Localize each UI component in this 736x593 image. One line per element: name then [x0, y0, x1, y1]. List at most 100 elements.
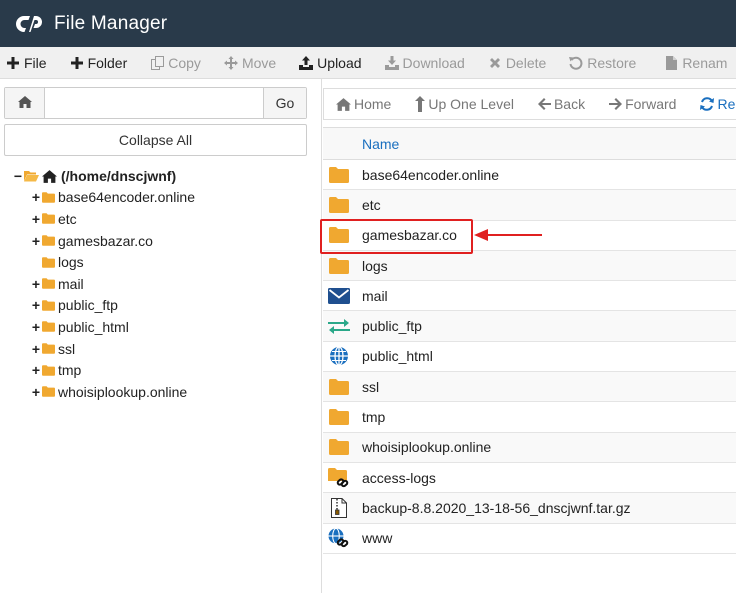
expand-toggle[interactable]: + [31, 189, 41, 205]
back-label: Back [553, 96, 586, 112]
home-icon [42, 169, 57, 183]
expand-toggle[interactable]: + [31, 319, 41, 335]
folder-icon [42, 321, 55, 333]
restore-button[interactable]: Restore [569, 47, 636, 78]
globe-link-icon [327, 528, 351, 548]
file-name: tmp [362, 409, 386, 426]
expand-toggle[interactable]: + [31, 341, 41, 357]
file-name: ssl [362, 378, 380, 395]
file-name: access-logs [362, 469, 436, 486]
table-row[interactable]: www [323, 524, 736, 554]
nav-home-label: Home [354, 96, 392, 112]
path-input[interactable] [45, 88, 263, 118]
upload-label: Upload [317, 54, 362, 71]
tree-item[interactable]: + etc [0, 208, 320, 230]
upload-button[interactable]: Upload [299, 47, 362, 78]
tree-item[interactable]: + gamesbazar.co [0, 230, 320, 252]
move-button[interactable]: Move [223, 47, 277, 78]
refresh-icon [700, 97, 715, 111]
tree-item[interactable]: + public_html [0, 316, 320, 338]
back-button[interactable]: Back [537, 96, 586, 112]
tree-item-label: base64encoder.online [58, 189, 196, 206]
tree-item[interactable]: + base64encoder.online [0, 187, 320, 209]
up-one-level-label: Up One Level [428, 96, 514, 112]
reload-button[interactable]: Re [700, 96, 735, 112]
file-name: logs [362, 257, 388, 274]
file-name: backup-8.8.2020_13-18-56_dnscjwnf.tar.gz [362, 499, 631, 516]
tree-item[interactable]: + mail [0, 273, 320, 295]
app-title: File Manager [54, 12, 168, 34]
nav-home-button[interactable]: Home [336, 96, 391, 112]
folder-icon [42, 343, 55, 354]
download-button[interactable]: Download [384, 47, 465, 78]
go-button[interactable]: Go [263, 88, 306, 118]
path-home-button[interactable] [5, 88, 45, 118]
expand-toggle[interactable]: + [31, 276, 41, 292]
new-file-button[interactable]: File [6, 47, 47, 78]
table-row[interactable]: tmp [323, 402, 736, 433]
restore-icon [569, 56, 583, 70]
folder-icon [42, 213, 55, 225]
home-icon [336, 97, 351, 111]
folder-icon [327, 256, 351, 276]
tree-item[interactable]: logs [0, 251, 320, 273]
tree-item-label: logs [58, 254, 84, 271]
table-row[interactable]: public_html [323, 342, 736, 373]
collapse-all-button[interactable]: Collapse All [4, 124, 307, 156]
tree-item[interactable]: + whoisiplookup.online [0, 381, 320, 403]
table-row[interactable]: logs [323, 250, 736, 282]
collapse-toggle[interactable]: − [13, 168, 23, 184]
plus-icon [70, 56, 84, 70]
path-bar: Go [4, 87, 307, 119]
delete-label: Delete [505, 54, 547, 71]
directory-tree: − (/home/dnscjwnf) + base64encoder.online… [0, 165, 320, 403]
home-icon [17, 95, 32, 111]
table-row[interactable]: backup-8.8.2020_13-18-56_dnscjwnf.tar.gz [323, 493, 736, 524]
folder-icon [327, 165, 351, 185]
expand-toggle[interactable]: + [31, 297, 41, 313]
delete-button[interactable]: Delete [488, 47, 547, 78]
tree-item[interactable]: + tmp [0, 359, 320, 381]
file-name: gamesbazar.co [362, 227, 457, 244]
new-folder-button[interactable]: Folder [70, 47, 127, 78]
file-icon [664, 55, 678, 70]
forward-button[interactable]: Forward [609, 96, 676, 112]
table-row[interactable]: access-logs [323, 463, 736, 494]
table-row[interactable]: etc [323, 190, 736, 221]
globe-icon [327, 346, 351, 367]
table-row[interactable]: mail [323, 281, 736, 312]
name-column-header[interactable]: Name [362, 136, 399, 152]
folder-icon [42, 278, 55, 289]
move-label: Move [241, 54, 277, 71]
main-toolbar: File Folder Copy Move Upload Download De… [0, 47, 736, 79]
expand-toggle[interactable]: + [31, 211, 41, 227]
folder-icon [42, 235, 55, 246]
file-name: public_ftp [362, 318, 422, 335]
navigation-bar: Home Up One Level Back Forward Re [323, 88, 736, 120]
forward-label: Forward [625, 96, 677, 112]
folder-icon [327, 225, 351, 245]
folder-icon [42, 300, 55, 311]
table-row[interactable]: ssl [323, 372, 736, 403]
table-row[interactable]: public_ftp [323, 311, 736, 342]
table-row[interactable]: base64encoder.online [323, 160, 736, 191]
copy-button[interactable]: Copy [150, 47, 201, 78]
folder-icon [42, 192, 55, 203]
tree-root-label: (/home/dnscjwnf) [61, 167, 177, 184]
expand-toggle[interactable]: + [31, 233, 41, 249]
arrow-left-icon [537, 98, 551, 110]
table-row[interactable]: whoisiplookup.online [323, 432, 736, 463]
tree-item[interactable]: + ssl [0, 338, 320, 360]
cpanel-logo-icon[interactable] [14, 12, 44, 36]
rename-label: Renam [682, 54, 728, 71]
expand-toggle[interactable]: + [31, 362, 41, 378]
file-name: whoisiplookup.online [362, 439, 492, 456]
tree-root[interactable]: − (/home/dnscjwnf) [0, 165, 320, 187]
up-one-level-button[interactable]: Up One Level [415, 96, 514, 112]
rename-button[interactable]: Renam [664, 47, 728, 78]
download-label: Download [402, 54, 465, 71]
tree-item[interactable]: + public_ftp [0, 295, 320, 317]
table-row[interactable]: gamesbazar.co [323, 221, 736, 251]
expand-toggle[interactable]: + [31, 384, 41, 400]
folder-icon [42, 256, 55, 268]
